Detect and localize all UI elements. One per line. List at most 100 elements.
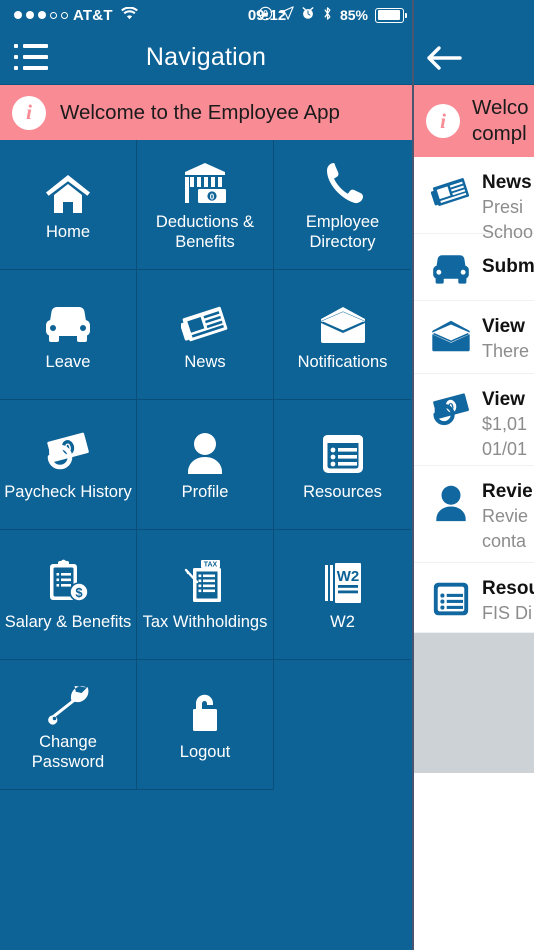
unlock-icon: [184, 687, 226, 735]
bank-money-icon: 0: [182, 157, 228, 205]
bluetooth-icon: [322, 6, 333, 25]
app-screen: AT&T 09:12 85%: [0, 0, 534, 950]
list-item-subtitle: $1,01: [482, 414, 528, 434]
info-icon: i: [12, 95, 46, 130]
tile-resources[interactable]: Resources: [274, 400, 411, 530]
list-item-title: View: [482, 389, 525, 410]
navigation-panel: AT&T 09:12 85%: [0, 0, 412, 950]
phone-icon: [322, 157, 364, 205]
list-item-subtitle-2: conta: [482, 531, 527, 551]
list-item-title: Revie: [482, 481, 533, 502]
tile-deductions-benefits[interactable]: 0 Deductions & Benefits: [137, 140, 274, 270]
list-item[interactable]: 0 View $1,01 01/01: [414, 374, 534, 466]
list-item-title: Resou: [482, 578, 534, 599]
status-bar-right: 85%: [258, 6, 407, 25]
page-title: Navigation: [145, 42, 267, 71]
tile-employee-directory[interactable]: Employee Directory: [274, 140, 411, 270]
detail-banner-line2: compl: [472, 122, 527, 145]
list-item[interactable]: Subm: [414, 234, 534, 301]
clipboard-dollar-icon: $: [45, 557, 91, 605]
list-item-text: View There: [474, 315, 529, 364]
tile-label: Notifications: [297, 353, 388, 371]
tile-label: Profile: [181, 483, 229, 501]
tile-grid: Home 0 Deductions & Benefits Employee Di…: [0, 140, 412, 790]
tile-w2[interactable]: W2 W2: [274, 530, 411, 660]
detail-banner-line1: Welco: [472, 96, 529, 119]
w2-document-icon: W2: [321, 557, 365, 605]
svg-text:$: $: [75, 585, 83, 600]
list-item-title: Subm: [482, 256, 534, 277]
tile-label: Salary & Benefits: [4, 613, 132, 631]
home-icon: [45, 167, 91, 215]
svg-text:W2: W2: [336, 568, 359, 585]
detail-list: News Presi Schoo Subm View There 0 View …: [414, 157, 534, 633]
newspaper-icon: [428, 171, 474, 209]
list-card-icon: [428, 577, 474, 617]
tile-label: Tax Withholdings: [142, 613, 268, 631]
tile-empty: [274, 660, 411, 790]
list-item-text: View $1,01 01/01: [474, 388, 527, 462]
list-item[interactable]: Resou FIS Di: [414, 563, 534, 633]
tax-form-icon: TAX: [181, 557, 229, 605]
tile-label: Resources: [303, 483, 382, 501]
welcome-banner-text: Welcome to the Employee App: [60, 100, 340, 124]
list-item[interactable]: View There: [414, 301, 534, 374]
list-item-subtitle: FIS Di: [482, 603, 533, 623]
wrench-icon: [46, 677, 90, 725]
detail-welcome-banner-text: Welco compl: [472, 95, 529, 147]
list-item[interactable]: Revie Revie conta: [414, 466, 534, 563]
person-icon: [184, 427, 226, 475]
list-item-subtitle: There: [482, 341, 530, 361]
detail-panel: i Welco compl News Presi Schoo Subm View…: [414, 0, 534, 950]
status-bar: AT&T 09:12 85%: [0, 0, 412, 30]
welcome-banner[interactable]: i Welcome to the Employee App: [0, 84, 412, 140]
battery-percent-label: 85%: [339, 7, 368, 23]
person-icon: [428, 480, 474, 522]
tile-label: W2: [330, 613, 355, 631]
battery-icon: [375, 7, 407, 23]
tile-label: Leave: [45, 353, 91, 371]
car-icon: [428, 248, 474, 286]
detail-navigation-bar: [414, 0, 534, 84]
list-item-subtitle: Revie: [482, 506, 529, 526]
hamburger-list-icon[interactable]: [14, 44, 48, 70]
list-item-text: Revie Revie conta: [474, 480, 533, 554]
list-item-title: View: [482, 316, 525, 337]
rotation-lock-icon: [258, 6, 273, 25]
list-item[interactable]: News Presi Schoo: [414, 157, 534, 242]
svg-text:TAX: TAX: [204, 562, 218, 569]
info-icon: i: [426, 104, 460, 138]
back-arrow-icon[interactable]: [426, 44, 462, 72]
tile-home[interactable]: Home: [0, 140, 137, 270]
list-item-title: News: [482, 172, 532, 193]
envelope-icon: [428, 315, 474, 353]
detail-footer-area: [414, 633, 534, 773]
tile-label: Paycheck History: [4, 483, 132, 501]
list-item-subtitle: Presi: [482, 197, 524, 217]
list-card-icon: [321, 427, 365, 475]
tile-change-password[interactable]: Change Password: [0, 660, 137, 790]
car-icon: [44, 297, 92, 345]
tile-profile[interactable]: Profile: [137, 400, 274, 530]
tile-salary-benefits[interactable]: $ Salary & Benefits: [0, 530, 137, 660]
tile-label: Logout: [179, 743, 231, 761]
tile-paycheck-history[interactable]: 0 Paycheck History: [0, 400, 137, 530]
newspaper-icon: [181, 297, 229, 345]
tile-notifications[interactable]: Notifications: [274, 270, 411, 400]
tile-leave[interactable]: Leave: [0, 270, 137, 400]
tile-news[interactable]: News: [137, 270, 274, 400]
tile-label: Home: [45, 223, 90, 241]
tile-label: News: [184, 353, 226, 371]
svg-text:0: 0: [210, 192, 215, 201]
tile-label: Deductions & Benefits: [155, 213, 255, 251]
detail-welcome-banner[interactable]: i Welco compl: [414, 84, 534, 157]
dollar-bill-icon: 0: [428, 388, 474, 430]
list-item-text: Subm: [474, 255, 534, 279]
list-item-text: Resou FIS Di: [474, 577, 534, 626]
navigation-bar: Navigation: [0, 30, 412, 84]
tile-label: Employee Directory: [305, 213, 380, 251]
alarm-clock-icon: [301, 6, 315, 24]
tile-label: Change Password: [31, 733, 105, 771]
tile-tax-withholdings[interactable]: TAX Tax Withholdings: [137, 530, 274, 660]
tile-logout[interactable]: Logout: [137, 660, 274, 790]
